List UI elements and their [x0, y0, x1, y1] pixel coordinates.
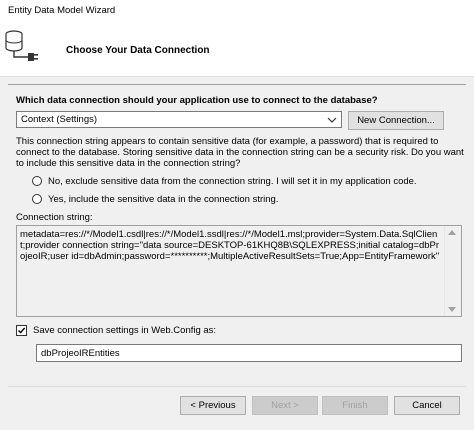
previous-button[interactable]: < Previous	[180, 396, 246, 415]
exclude-sensitive-option[interactable]: No, exclude sensitive data from the conn…	[32, 175, 417, 187]
save-settings-option[interactable]: Save connection settings in Web.Config a…	[16, 325, 216, 336]
connection-string-textarea[interactable]: metadata=res://*/Model1.csdl|res://*/Mod…	[16, 225, 462, 317]
footer-divider	[8, 386, 466, 387]
save-settings-label: Save connection settings in Web.Config a…	[33, 325, 217, 336]
title-bar: Entity Data Model Wizard	[0, 0, 474, 21]
exclude-radio-label: No, exclude sensitive data from the conn…	[48, 175, 417, 187]
sensitive-data-warning: This connection string appears to contai…	[16, 136, 464, 169]
checkmark-icon	[18, 327, 26, 334]
save-settings-checkbox[interactable]	[16, 325, 27, 336]
finish-button[interactable]: Finish	[322, 396, 388, 415]
include-sensitive-option[interactable]: Yes, include the sensitive data in the c…	[32, 193, 278, 205]
scroll-down-icon[interactable]	[448, 307, 456, 312]
cancel-button[interactable]: Cancel	[394, 396, 460, 415]
connection-select-value: Context (Settings)	[21, 114, 98, 125]
scroll-up-icon[interactable]	[448, 230, 456, 235]
next-button[interactable]: Next >	[252, 396, 318, 415]
chevron-down-icon[interactable]	[327, 115, 337, 125]
include-radio-label: Yes, include the sensitive data in the c…	[48, 193, 279, 205]
entities-name-value: dbProjeoIREntities	[41, 348, 120, 359]
connection-select[interactable]: Context (Settings)	[16, 111, 342, 128]
database-plug-icon	[2, 26, 42, 66]
entity-data-model-wizard-window: Entity Data Model Wizard Choose Your Dat…	[0, 0, 474, 430]
new-connection-button[interactable]: New Connection...	[348, 111, 444, 130]
entities-name-input[interactable]: dbProjeoIREntities	[36, 344, 462, 362]
connection-string-label: Connection string:	[16, 212, 93, 223]
connection-question: Which data connection should your applic…	[16, 95, 378, 106]
include-radio[interactable]	[32, 194, 42, 204]
exclude-radio[interactable]	[32, 176, 42, 186]
header-divider	[8, 84, 466, 85]
textarea-scrollbar[interactable]	[444, 226, 461, 316]
window-title: Entity Data Model Wizard	[8, 5, 116, 16]
connection-string-value: metadata=res://*/Model1.csdl|res://*/Mod…	[20, 229, 440, 262]
wizard-header: Choose Your Data Connection	[0, 20, 474, 77]
page-title: Choose Your Data Connection	[66, 45, 210, 56]
